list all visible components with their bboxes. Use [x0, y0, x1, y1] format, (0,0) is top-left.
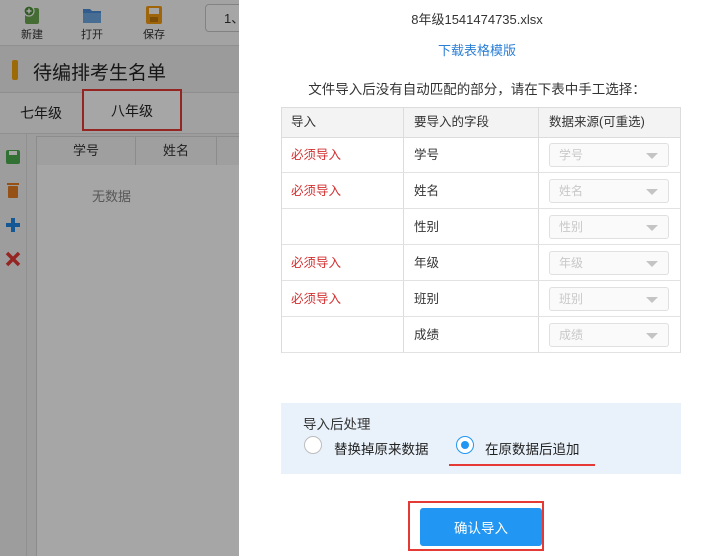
source-select-value: 学号: [559, 148, 584, 162]
field-name: 学号: [414, 148, 440, 162]
source-select[interactable]: 姓名: [549, 179, 669, 203]
mapping-row: 必须导入 学号 学号: [282, 137, 680, 173]
field-name: 姓名: [414, 184, 440, 198]
required-label: 必须导入: [291, 256, 342, 270]
field-mapping-table: 导入 要导入的字段 数据来源(可重选) 必须导入 学号 学号 必须导入 姓名 姓…: [281, 107, 681, 353]
field-name: 年级: [414, 256, 440, 270]
source-select[interactable]: 学号: [549, 143, 669, 167]
source-select-value: 性别: [559, 220, 584, 234]
radio-selected-dot: [461, 441, 469, 449]
chevron-down-icon: [646, 261, 658, 267]
mapping-instruction: 文件导入后没有自动匹配的部分，请在下表中手工选择：: [308, 82, 646, 97]
field-name: 班别: [414, 292, 440, 306]
mapping-row: 必须导入 姓名 姓名: [282, 173, 680, 209]
replace-data-label[interactable]: 替换掉原来数据: [334, 438, 429, 458]
required-label: 必须导入: [291, 148, 342, 162]
confirm-import-button[interactable]: 确认导入: [420, 508, 542, 546]
append-data-radio[interactable]: [456, 436, 474, 454]
download-template-link[interactable]: 下载表格模版: [239, 40, 715, 59]
mapping-row: 必须导入 班别 班别: [282, 281, 680, 317]
mapping-table-header: 导入 要导入的字段 数据来源(可重选): [282, 108, 680, 138]
chevron-down-icon: [646, 189, 658, 195]
field-name: 性别: [414, 220, 440, 234]
source-select[interactable]: 成绩: [549, 323, 669, 347]
source-select[interactable]: 年级: [549, 251, 669, 275]
header-import: 导入: [291, 115, 317, 129]
import-dialog: 8年级1541474735.xlsx 下载表格模版 文件导入后没有自动匹配的部分…: [239, 0, 715, 556]
header-source: 数据来源(可重选): [549, 115, 645, 129]
append-data-label[interactable]: 在原数据后追加: [485, 438, 580, 458]
replace-data-radio[interactable]: [304, 436, 322, 454]
mapping-row: 必须导入 年级 年级: [282, 245, 680, 281]
post-import-title: 导入后处理: [303, 417, 371, 432]
chevron-down-icon: [646, 153, 658, 159]
chevron-down-icon: [646, 297, 658, 303]
source-select-value: 姓名: [559, 184, 584, 198]
source-select[interactable]: 性别: [549, 215, 669, 239]
required-label: 必须导入: [291, 292, 342, 306]
imported-filename: 8年级1541474735.xlsx: [411, 12, 543, 27]
source-select[interactable]: 班别: [549, 287, 669, 311]
mapping-row: 性别 性别: [282, 209, 680, 245]
header-field: 要导入的字段: [414, 115, 490, 129]
chevron-down-icon: [646, 333, 658, 339]
source-select-value: 班别: [559, 292, 584, 306]
source-select-value: 年级: [559, 256, 584, 270]
highlight-underline: [449, 464, 595, 466]
required-label: 必须导入: [291, 184, 342, 198]
field-name: 成绩: [414, 328, 440, 342]
mapping-row: 成绩 成绩: [282, 317, 680, 353]
chevron-down-icon: [646, 225, 658, 231]
source-select-value: 成绩: [559, 328, 584, 342]
